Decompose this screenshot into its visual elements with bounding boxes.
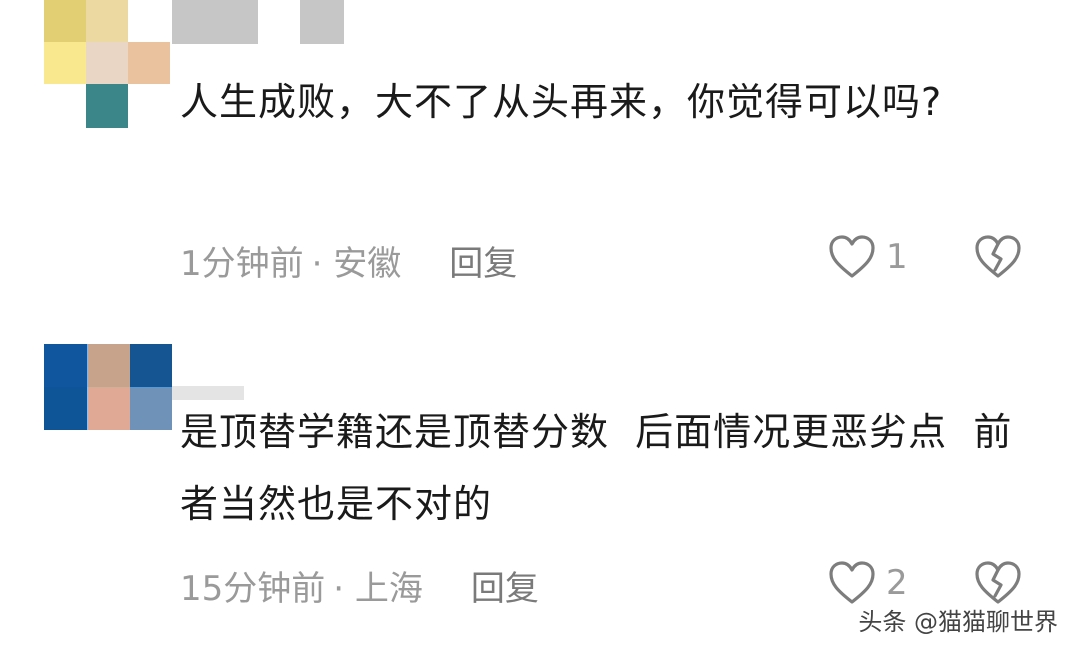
comment-text: 是顶替学籍还是顶替分数 后面情况更恶劣点 前者当然也是不对的 [180,410,1013,526]
comment-meta: 15分钟前 · 上海 回复 [180,561,539,610]
username-blurred[interactable] [172,0,258,44]
heart-outline-icon [828,234,876,280]
avatar-pixel [44,0,86,42]
watermark: 头条 @猫猫聊世界 [858,608,1058,636]
username-blurred [300,0,344,44]
reply-button[interactable]: 回复 [449,236,517,285]
avatar-pixel [87,344,130,387]
reply-button[interactable]: 回复 [471,561,539,610]
comment-location: · 上海 [333,569,423,609]
heart-outline-icon [828,560,876,606]
avatar-pixel [86,84,128,128]
avatar-pixel [86,42,128,84]
like-count: 1 [886,237,908,277]
avatar-pixel [130,387,172,430]
avatar-pixel [44,42,86,84]
like-button[interactable]: 2 [828,560,908,606]
avatar-pixel [87,387,130,430]
comment-meta: 1分钟前 · 安徽 回复 [180,236,517,285]
like-button[interactable]: 1 [828,234,908,280]
comment-list: 人生成败，大不了从头再来，你觉得可以吗? 1分钟前 · 安徽 回复 1 是顶替学… [0,0,1080,655]
comment-location: · 安徽 [311,244,402,284]
like-count: 2 [886,563,908,603]
avatar-pixel [44,387,87,430]
comment-time: 1分钟前 [180,244,304,284]
avatar-pixel [130,344,172,387]
avatar-pixel [128,42,170,84]
avatar-pixel [128,84,170,128]
broken-heart-icon [974,235,1022,284]
comment-time: 15分钟前 [180,569,326,609]
avatar[interactable] [44,0,170,128]
avatar-pixel [128,0,170,42]
comment-text: 人生成败，大不了从头再来，你觉得可以吗? [180,80,943,124]
avatar-pixel [86,0,128,42]
dislike-button[interactable] [974,234,1022,284]
avatar[interactable] [44,344,172,430]
avatar-pixel [44,344,87,387]
avatar-pixel [44,84,86,128]
